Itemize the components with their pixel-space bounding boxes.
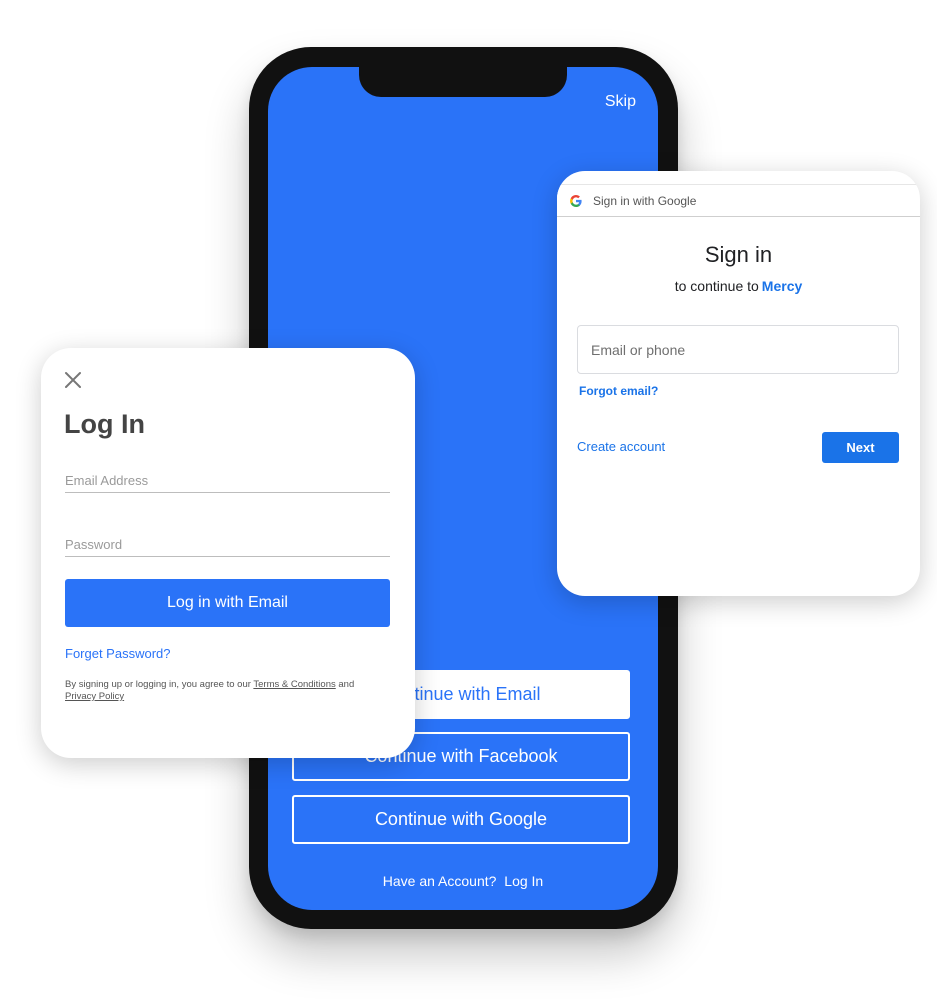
google-signin-card: Sign in with Google Sign in to continue … [557,171,920,596]
password-field-wrapper [65,532,390,557]
legal-text: By signing up or logging in, you agree t… [65,679,385,703]
login-card: Log In Log in with Email Forget Password… [41,348,415,758]
google-header-text: Sign in with Google [593,194,697,208]
google-signin-title: Sign in [704,242,773,267]
phone-notch [359,67,567,97]
continue-with-google-button[interactable]: Continue with Google [292,795,630,844]
legal-and: and [338,679,355,690]
email-or-phone-input[interactable] [578,326,898,373]
email-field-wrapper [65,468,390,493]
legal-prefix: By signing up or logging in, you agree t… [65,679,251,690]
login-link[interactable]: Log In [504,873,543,889]
google-logo-icon [570,195,582,207]
privacy-policy-link[interactable]: Privacy Policy [65,691,124,702]
have-account-row: Have an Account? Log In [268,873,658,889]
google-signin-subtitle: to continue to Mercy [557,278,920,294]
forget-password-link[interactable]: Forget Password? [65,646,171,661]
subtitle-prefix: to continue to [674,278,759,294]
create-account-link[interactable]: Create account [577,439,665,454]
email-address-input[interactable] [65,468,390,492]
next-button[interactable]: Next [822,432,899,463]
close-icon[interactable] [63,370,83,390]
google-header-bar: Sign in with Google [557,185,920,217]
skip-button[interactable]: Skip [605,93,636,111]
app-name: Mercy [761,278,803,294]
email-or-phone-field-wrapper [577,325,899,374]
login-with-email-button[interactable]: Log in with Email [65,579,390,627]
terms-link[interactable]: Terms & Conditions [253,679,335,690]
login-title: Log In [64,409,145,439]
forgot-email-link[interactable]: Forgot email? [579,384,658,398]
have-account-text: Have an Account? [382,873,497,889]
password-input[interactable] [65,532,390,556]
